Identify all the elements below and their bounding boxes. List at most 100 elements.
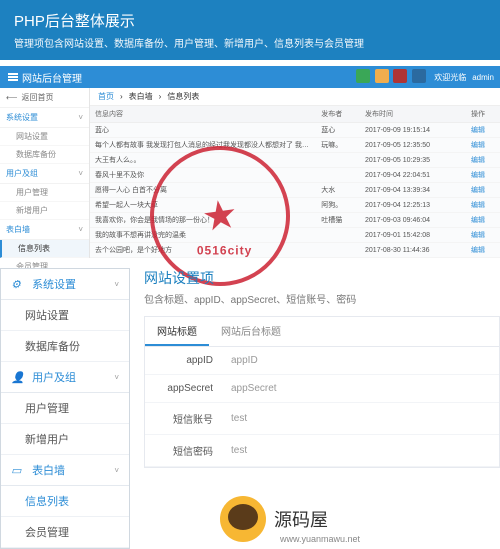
table-row[interactable]: 每个人都有故事 我发现打包人消息的经过我发现都没人都想对了 我发现采集去都采取了… — [90, 138, 500, 153]
admin-sidebar: ⟵返回首页 系统设置˅ 网站设置 数据库备份 用户及组˅ 用户管理 新增用户 表… — [0, 88, 90, 258]
table-row[interactable]: 希望一起人一块大草阿狗。2017-09-04 12:25:13编辑 — [90, 198, 500, 213]
nav-group-system[interactable]: 系统设置˅ — [1, 269, 129, 300]
cell-title: 春风十里不及你 — [90, 168, 316, 183]
cell-author: 玩嘛。 — [316, 138, 360, 153]
brand: 网站后台管理 — [0, 70, 90, 85]
table-row[interactable]: 我喜欢你，你会是我情场的那一份心！吐槽猫2017-09-03 09:46:04编… — [90, 213, 500, 228]
hero-subtitle: 管理项包含网站设置、数据库备份、用户管理、新增用户、信息列表与会员管理 — [14, 35, 486, 50]
cell-author — [316, 243, 360, 258]
topbar-btn-blue[interactable] — [412, 69, 426, 83]
table-row[interactable]: 春风十里不及你 2017-09-04 22:04:51编辑 — [90, 168, 500, 183]
cell-title: 我的故事不想再讲没完的温柔 — [90, 228, 316, 243]
table-row[interactable]: 我的故事不想再讲没完的温柔 2017-09-01 15:42:08编辑 — [90, 228, 500, 243]
cell-title: 去个公园吧，是个好地方 — [90, 243, 316, 258]
cell-time: 2017-09-04 13:39:34 — [360, 183, 466, 198]
cell-op[interactable]: 编辑 — [466, 168, 500, 183]
sidebar-item[interactable]: 网站设置 — [0, 128, 89, 146]
settings-title: 网站设置项 — [144, 268, 500, 288]
sidebar-group-system[interactable]: 系统设置˅ — [0, 108, 89, 128]
cell-op[interactable]: 编辑 — [466, 213, 500, 228]
topbar-btn-red[interactable] — [393, 69, 407, 83]
cell-time: 2017-09-01 15:42:08 — [360, 228, 466, 243]
nav-item[interactable]: 新增用户 — [1, 424, 129, 455]
tab-site-title[interactable]: 网站标题 — [145, 317, 209, 346]
table-header: 发布时间 — [360, 106, 466, 123]
hamburger-icon[interactable] — [8, 73, 18, 81]
form-label: 短信账号 — [145, 403, 223, 434]
cell-title: 我喜欢你，你会是我情场的那一份心！ — [90, 213, 316, 228]
table-row[interactable]: 蓝心蓝心2017-09-09 19:15:14编辑 — [90, 123, 500, 138]
table-header: 信息内容 — [90, 106, 316, 123]
cell-op[interactable]: 编辑 — [466, 258, 500, 259]
topbar: 网站后台管理 欢迎光临 admin — [0, 66, 500, 88]
breadcrumb-home[interactable]: 首页 — [98, 91, 114, 102]
nav-item[interactable]: 数据库备份 — [1, 331, 129, 362]
monitor-icon — [11, 464, 23, 474]
cell-time: 2017-09-04 22:04:51 — [360, 168, 466, 183]
cell-op[interactable]: 编辑 — [466, 243, 500, 258]
cell-author: 阿狗。 — [316, 198, 360, 213]
chevron-down-icon: ˅ — [114, 466, 119, 475]
chevron-down-icon: ˅ — [114, 373, 119, 382]
chevron-down-icon: ˅ — [78, 169, 83, 178]
sidebar-group-users[interactable]: 用户及组˅ — [0, 164, 89, 184]
data-table: 信息内容发布者发布时间操作蓝心蓝心2017-09-09 19:15:14编辑每个… — [90, 106, 500, 258]
cell-time: 2017-09-03 09:46:04 — [360, 213, 466, 228]
table-row[interactable]: 余红，那等你2017-08-29 19:51:14编辑 — [90, 258, 500, 259]
tab-admin-title[interactable]: 网站后台标题 — [209, 317, 293, 346]
cell-author — [316, 153, 360, 168]
cell-author — [316, 228, 360, 243]
cell-time: 2017-09-05 10:29:35 — [360, 153, 466, 168]
cell-time: 2017-09-09 19:15:14 — [360, 123, 466, 138]
cell-author: 蓝心 — [316, 123, 360, 138]
topbar-buttons — [356, 69, 428, 86]
cell-title: 每个人都有故事 我发现打包人消息的经过我发现都没人都想对了 我发现采集去都采取了 — [90, 138, 316, 153]
nav-group-wall[interactable]: 表白墙˅ — [1, 455, 129, 486]
table-row[interactable]: 愿得一人心 白首不分离大水2017-09-04 13:39:34编辑 — [90, 183, 500, 198]
cell-op[interactable]: 编辑 — [466, 183, 500, 198]
chevron-down-icon: ˅ — [114, 280, 119, 289]
breadcrumb-mid[interactable]: 表白墙 — [129, 91, 153, 102]
cell-op[interactable]: 编辑 — [466, 228, 500, 243]
sidebar-group-wall[interactable]: 表白墙˅ — [0, 220, 89, 240]
sidebar-item[interactable]: 数据库备份 — [0, 146, 89, 164]
cell-title: 大王有人么。。 — [90, 153, 316, 168]
nav-item[interactable]: 会员管理 — [1, 517, 129, 548]
settings-pane: 网站设置项 包含标题、appID、appSecret、短信账号、密码 网站标题 … — [130, 268, 500, 549]
cell-op[interactable]: 编辑 — [466, 153, 500, 168]
sidebar-item[interactable]: 用户管理 — [0, 184, 89, 202]
cell-title: 愿得一人心 白首不分离 — [90, 183, 316, 198]
form-input[interactable]: test — [223, 407, 499, 430]
cell-title: 蓝心 — [90, 123, 316, 138]
cell-op[interactable]: 编辑 — [466, 138, 500, 153]
hero-title: PHP后台整体展示 — [14, 10, 486, 31]
form-input[interactable]: test — [223, 439, 499, 462]
sidebar-back[interactable]: ⟵返回首页 — [0, 88, 89, 108]
topbar-btn-green[interactable] — [356, 69, 370, 83]
sidebar-item[interactable]: 新增用户 — [0, 202, 89, 220]
nav-item[interactable]: 用户管理 — [1, 393, 129, 424]
settings-section: 系统设置˅ 网站设置 数据库备份 用户及组˅ 用户管理 新增用户 表白墙˅ 信息… — [0, 268, 500, 549]
cell-author: 吐槽猫 — [316, 213, 360, 228]
chevron-down-icon: ˅ — [78, 225, 83, 234]
nav-item[interactable]: 网站设置 — [1, 300, 129, 331]
form-row: appSecretappSecret — [145, 375, 499, 403]
topbar-user[interactable]: 欢迎光临 admin — [428, 72, 500, 83]
user-icon — [11, 371, 23, 381]
cell-op[interactable]: 编辑 — [466, 198, 500, 213]
cell-time: 2017-09-05 12:35:50 — [360, 138, 466, 153]
form-input[interactable]: appID — [223, 349, 499, 372]
nav-item-active[interactable]: 信息列表 — [1, 486, 129, 517]
cell-title: 希望一起人一块大草 — [90, 198, 316, 213]
table-row[interactable]: 去个公园吧，是个好地方2017-08-30 11:44:36编辑 — [90, 243, 500, 258]
table-header: 操作 — [466, 106, 500, 123]
nav-group-users[interactable]: 用户及组˅ — [1, 362, 129, 393]
table-header: 发布者 — [316, 106, 360, 123]
sidebar-item-active[interactable]: 信息列表 — [0, 240, 89, 258]
cell-time: 2017-08-29 19:51:14 — [360, 258, 466, 259]
topbar-btn-orange[interactable] — [375, 69, 389, 83]
table-row[interactable]: 大王有人么。。 2017-09-05 10:29:35编辑 — [90, 153, 500, 168]
form-input[interactable]: appSecret — [223, 377, 499, 400]
cell-op[interactable]: 编辑 — [466, 123, 500, 138]
settings-tabs: 网站标题 网站后台标题 — [145, 317, 499, 347]
